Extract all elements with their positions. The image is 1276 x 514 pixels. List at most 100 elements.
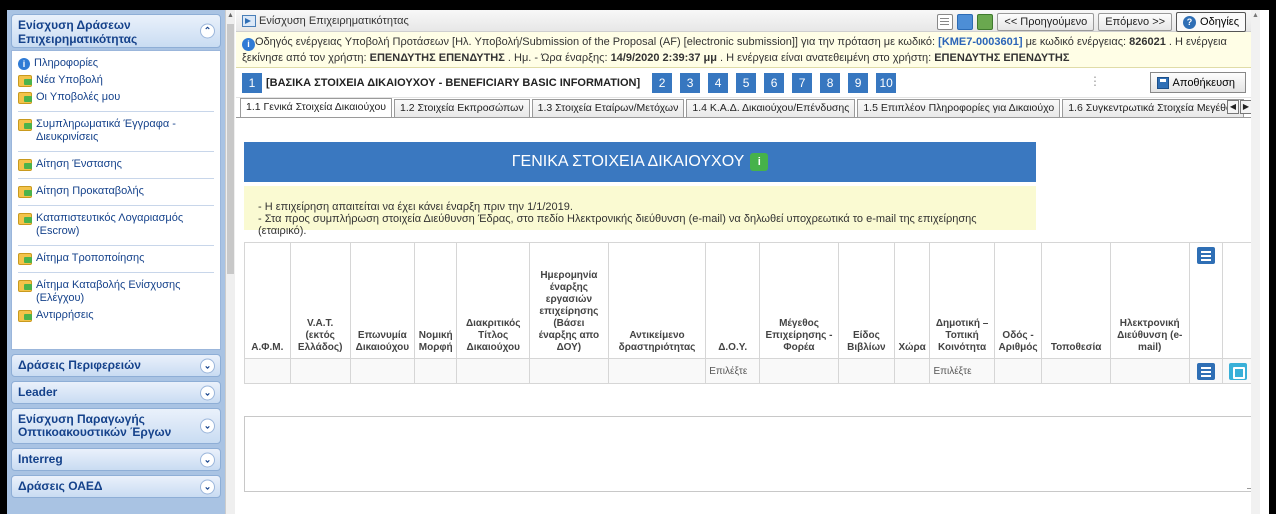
- tab-size-summary[interactable]: 1.6 Συγκεντρωτικά Στοιχεία Μεγέθου: [1062, 99, 1244, 117]
- col-country: Χώρα: [893, 242, 931, 359]
- chevron-up-icon[interactable]: ⌃: [200, 23, 215, 39]
- sidebar-item-objections[interactable]: Αντιρρήσεις: [18, 307, 214, 324]
- info-icon[interactable]: i: [750, 153, 769, 171]
- start-datetime: 14/9/2020 2:39:37 μμ: [610, 52, 717, 64]
- chevron-left-icon[interactable]: ◀: [1227, 100, 1239, 114]
- notes-textarea[interactable]: [244, 416, 1258, 492]
- proposal-code: [ΚΜΕ7-0003601]: [938, 36, 1023, 48]
- list-icon[interactable]: [1196, 247, 1215, 264]
- col-afm: Α.Φ.Μ.: [244, 242, 291, 359]
- chevron-down-icon[interactable]: ⌄: [200, 418, 215, 434]
- tab-partners[interactable]: 1.3 Στοιχεία Εταίρων/Μετόχων: [531, 99, 685, 117]
- sidebar-group-audiovisual[interactable]: Ενίσχυση Παραγωγής Οπτικοακουστικών Έργω…: [11, 408, 221, 444]
- cell-name[interactable]: [349, 358, 416, 384]
- sidebar-item-payment-request[interactable]: Αίτημα Καταβολής Ενίσχυσης (Ελέγχου): [18, 272, 214, 307]
- drag-handle-icon[interactable]: ⋮: [1089, 74, 1101, 88]
- scroll-up-icon[interactable]: ▲: [1252, 12, 1259, 19]
- scroll-up-icon[interactable]: ▲: [227, 12, 234, 19]
- next-button[interactable]: Επόμενο >>: [1098, 13, 1173, 31]
- step-3[interactable]: 3: [680, 72, 701, 93]
- main-panel: Ενίσχυση Επιχειρηματικότητας << Προηγούμ…: [236, 10, 1260, 514]
- cell-legal-form[interactable]: [413, 358, 458, 384]
- window-titlebar: Ενίσχυση Επιχειρηματικότητας << Προηγούμ…: [236, 10, 1260, 32]
- cell-country[interactable]: [893, 358, 931, 384]
- main-scrollbar[interactable]: ▲: [1251, 10, 1260, 514]
- scrollbar-thumb[interactable]: [227, 24, 234, 274]
- sidebar-scrollbar[interactable]: ▲: [225, 10, 235, 514]
- sidebar-item-advance-payment[interactable]: Αίτηση Προκαταβολής: [18, 178, 214, 200]
- grid-header-row: Α.Φ.Μ. V.A.T. (εκτός Ελλάδος) Επωνυμία Δ…: [244, 242, 1255, 359]
- sidebar-item-label: Αίτηση Προκαταβολής: [36, 185, 144, 197]
- chevron-down-icon[interactable]: ⌄: [200, 479, 215, 494]
- folder-icon: [18, 310, 32, 322]
- spreadsheet-icon[interactable]: [957, 14, 974, 30]
- cell-doy[interactable]: Επιλέξτε: [705, 358, 761, 384]
- save-button[interactable]: Αποθήκευση: [1149, 72, 1246, 93]
- sidebar: Ενίσχυση Δράσεων Επιχειρηματικότητας ⌃ i…: [7, 10, 225, 514]
- help-label: Οδηγίες: [1200, 16, 1239, 28]
- folder-icon: [18, 92, 32, 104]
- sidebar-item-new-submission[interactable]: Νέα Υποβολή: [18, 72, 214, 89]
- table-row[interactable]: Επιλέξτε Επιλέξτε: [244, 358, 1255, 384]
- tab-representatives[interactable]: 1.2 Στοιχεία Εκπροσώπων: [394, 99, 530, 117]
- notice-box: - Η επιχείρηση απαιτείται να έχει κάνει …: [244, 186, 1036, 237]
- chevron-down-icon[interactable]: ⌄: [200, 358, 215, 373]
- col-activity: Αντικείμενο δραστηριότητας: [607, 242, 707, 359]
- cell-size[interactable]: [759, 358, 839, 384]
- tab-kad[interactable]: 1.4 Κ.Α.Δ. Δικαιούχου/Επένδυσης: [686, 99, 856, 117]
- sidebar-item-escrow[interactable]: Καταπιστευτικός Λογαριασμός (Escrow): [18, 205, 214, 240]
- list-icon[interactable]: [1196, 362, 1215, 380]
- image-icon[interactable]: [977, 14, 994, 30]
- sidebar-group-leader[interactable]: Leader ⌄: [11, 381, 221, 404]
- help-button[interactable]: ? Οδηγίες: [1176, 12, 1246, 32]
- assigned-user: ΕΠΕΝΔΥΤΗΣ ΕΠΕΝΔΥΤΗΣ: [934, 52, 1070, 64]
- sidebar-item-supplementary-docs[interactable]: Συμπληρωματικά Έγγραφα - Διευκρινίσεις: [18, 111, 214, 146]
- step-5[interactable]: 5: [736, 72, 757, 93]
- step-4[interactable]: 4: [708, 72, 729, 93]
- sidebar-item-label: Πληροφορίες: [34, 57, 99, 69]
- step-9[interactable]: 9: [848, 72, 869, 93]
- cell-street[interactable]: [993, 358, 1043, 384]
- sidebar-item-label: Αίτημα Τροποποίησης: [36, 252, 145, 264]
- cell-vat[interactable]: [289, 358, 351, 384]
- cell-activity[interactable]: [607, 358, 707, 384]
- sidebar-group-entrepreneurship[interactable]: Ενίσχυση Δράσεων Επιχειρηματικότητας ⌃: [11, 14, 221, 48]
- step-2[interactable]: 2: [652, 72, 673, 93]
- step-8[interactable]: 8: [820, 72, 841, 93]
- previous-button[interactable]: << Προηγούμενο: [997, 13, 1095, 31]
- step-1[interactable]: 1: [242, 72, 262, 93]
- info-icon: i: [242, 38, 255, 51]
- notice-line: - Στα προς συμπλήρωση στοιχεία Διεύθυνση…: [258, 213, 977, 237]
- cell-afm[interactable]: [244, 358, 291, 384]
- sidebar-group-oaed[interactable]: Δράσεις ΟΑΕΔ ⌄: [11, 475, 221, 498]
- folder-icon: [18, 159, 32, 171]
- sidebar-item-info[interactable]: i Πληροφορίες: [18, 55, 214, 72]
- sidebar-item-modification[interactable]: Αίτημα Τροποποίησης: [18, 245, 214, 267]
- tab-additional-info[interactable]: 1.5 Επιπλέον Πληροφορίες για Δικαιούχο: [857, 99, 1061, 117]
- notes-icon[interactable]: [937, 14, 954, 30]
- info-text: . Η ενέργεια είναι ανατεθειμένη στο χρήσ…: [717, 52, 935, 64]
- cell-location[interactable]: [1041, 358, 1111, 384]
- cell-email[interactable]: [1109, 358, 1190, 384]
- step-7[interactable]: 7: [792, 72, 813, 93]
- step-10[interactable]: 10: [876, 72, 897, 93]
- step-label: [ΒΑΣΙΚΑ ΣΤΟΙΧΕΙΑ ΔΙΚΑΙΟΥΧΟΥ - BENEFICIAR…: [266, 76, 641, 89]
- chevron-down-icon[interactable]: ⌄: [200, 385, 215, 400]
- cell-community[interactable]: Επιλέξτε: [929, 358, 995, 384]
- sidebar-group-regions[interactable]: Δράσεις Περιφερειών ⌄: [11, 354, 221, 377]
- sidebar-item-label: Αίτηση Ένστασης: [36, 158, 122, 170]
- cell-start-date[interactable]: [528, 358, 609, 384]
- tab-general-info[interactable]: 1.1 Γενικά Στοιχεία Δικαιούχου: [240, 98, 393, 117]
- cell-trade-title[interactable]: [456, 358, 530, 384]
- sidebar-item-objection[interactable]: Αίτηση Ένστασης: [18, 151, 214, 173]
- sidebar-item-my-submissions[interactable]: Οι Υποβολές μου: [18, 89, 214, 106]
- sidebar-group-interreg[interactable]: Interreg ⌄: [11, 448, 221, 471]
- chevron-down-icon[interactable]: ⌄: [200, 452, 215, 467]
- sidebar-group-title: Ενίσχυση Δράσεων Επιχειρηματικότητας: [18, 18, 138, 46]
- cell-action-edit: [1221, 358, 1255, 384]
- edit-icon[interactable]: [1228, 362, 1247, 380]
- folder-icon: [18, 75, 32, 87]
- notice-line: - Η επιχείρηση απαιτείται να έχει κάνει …: [258, 201, 573, 213]
- step-6[interactable]: 6: [764, 72, 785, 93]
- cell-books[interactable]: [837, 358, 895, 384]
